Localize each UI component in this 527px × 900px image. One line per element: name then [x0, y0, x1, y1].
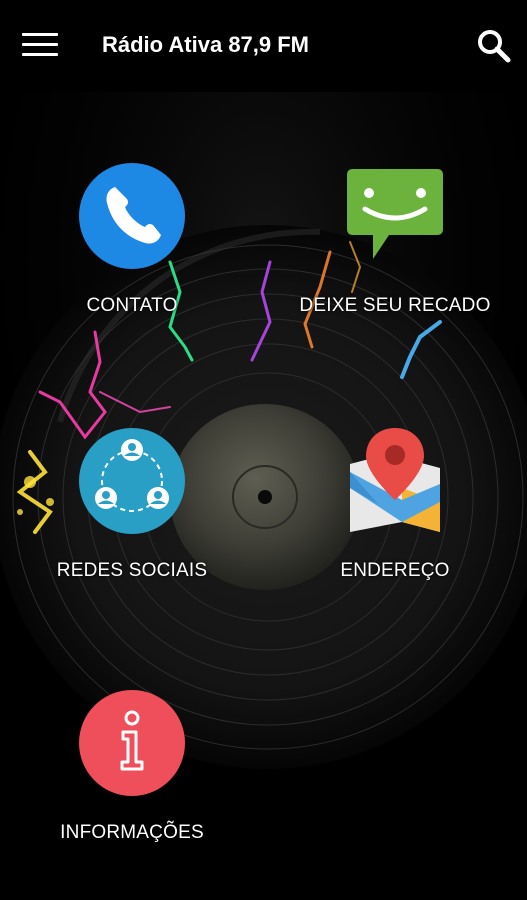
main-menu-area: CONTATO DEIXE SEU RECADO REDES SOCIAIS E…	[0, 92, 527, 900]
menu-item-redes-sociais[interactable]: REDES SOCIAIS	[57, 428, 207, 581]
menu-item-endereco[interactable]: ENDEREÇO	[340, 428, 449, 581]
app-title: Rádio Ativa 87,9 FM	[102, 32, 310, 57]
info-icon	[79, 690, 185, 796]
menu-item-label: ENDEREÇO	[340, 560, 450, 581]
menu-item-informacoes[interactable]: INFORMAÇÕES	[60, 690, 204, 843]
chat-smile-icon	[345, 163, 445, 263]
menu-item-deixe-seu-recado[interactable]: DEIXE SEU RECADO	[299, 163, 490, 316]
menu-item-label: DEIXE SEU RECADO	[299, 295, 491, 316]
map-pin-icon	[348, 428, 442, 534]
menu-item-label: INFORMAÇÕES	[60, 822, 204, 843]
app-bar: Rádio Ativa 87,9 FM	[0, 0, 527, 92]
social-network-icon	[79, 428, 185, 534]
menu-item-contato[interactable]: CONTATO	[79, 163, 185, 316]
menu-item-label: REDES SOCIAIS	[56, 560, 208, 581]
hamburger-menu-icon[interactable]	[22, 33, 58, 57]
search-icon[interactable]	[476, 28, 512, 64]
phone-icon	[79, 163, 185, 269]
menu-item-label: CONTATO	[86, 295, 178, 316]
